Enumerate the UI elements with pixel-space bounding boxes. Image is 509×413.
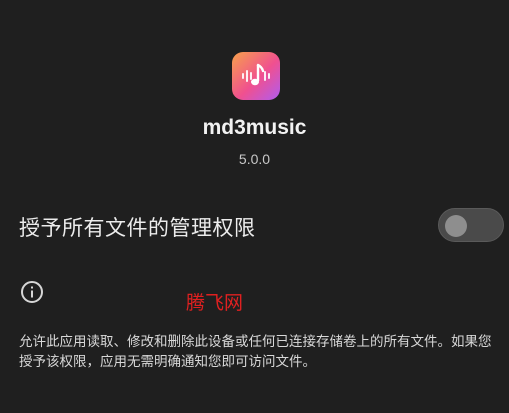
app-version: 5.0.0 [238, 151, 271, 167]
all-files-access-setting[interactable]: 授予所有文件的管理权限 [0, 200, 509, 250]
music-note-waveform-icon [242, 63, 270, 86]
permission-description: 允许此应用读取、修改和删除此设备或任何已连接存储卷上的所有文件。如果您授予该权限… [19, 334, 492, 370]
app-name: md3music [202, 116, 307, 139]
watermark-text: 腾飞网 [186, 292, 244, 314]
toggle-knob [445, 215, 467, 237]
info-icon [21, 281, 43, 303]
setting-label: 授予所有文件的管理权限 [19, 216, 256, 240]
all-files-access-toggle[interactable] [438, 208, 504, 242]
app-icon [232, 52, 280, 100]
